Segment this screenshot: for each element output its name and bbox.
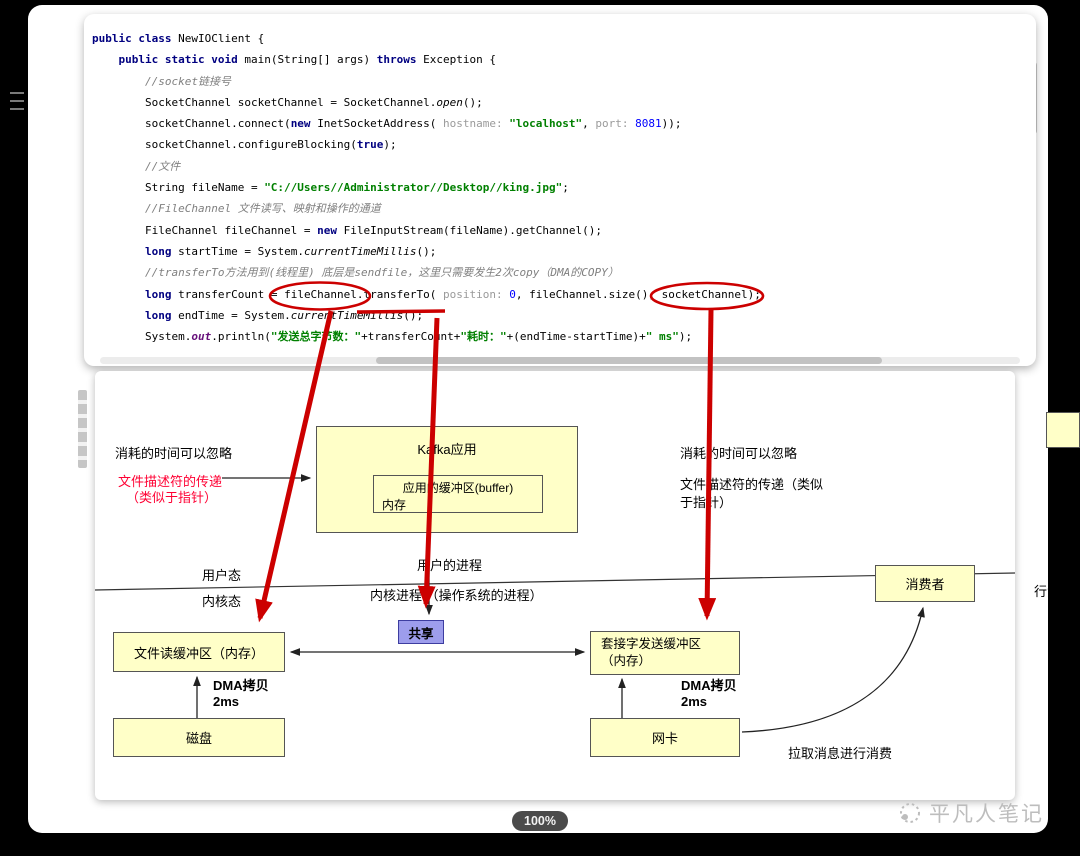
app-buffer-box: 应用的缓冲区(buffer) 内存	[373, 475, 543, 513]
clipped-yellow-box	[1046, 412, 1080, 448]
app-buffer-memory-label: 内存	[382, 498, 407, 512]
socket-send-buffer-box: 套接字发送缓冲区 （内存）	[590, 631, 740, 675]
code-line: public static void main(String[] args) t…	[118, 53, 497, 67]
pull-consume-label: 拉取消息进行消费	[788, 746, 893, 761]
dma-copy-right-label: DMA拷贝 2ms	[681, 678, 737, 709]
code-line: SocketChannel socketChannel = SocketChan…	[92, 95, 483, 109]
code-horizontal-scrollbar[interactable]	[100, 357, 1020, 364]
screenshot-stage: public class NewIOClient { public static…	[0, 0, 1080, 856]
code-line: //transferTo方法用到(线程里) 底层是sendfile，这里只需要发…	[144, 266, 619, 280]
right-time-ignore-label: 消耗的时间可以忽略	[680, 446, 798, 461]
code-line: String fileName = "C://Users//Administra…	[92, 181, 569, 195]
consumer-box: 消费者	[875, 565, 975, 602]
code-line: long transferCount = fileChannel.transfe…	[144, 287, 761, 301]
code-line: long startTime = System.currentTimeMilli…	[144, 244, 437, 258]
dma-copy-left-label: DMA拷贝 2ms	[213, 678, 269, 709]
watermark-logo-icon	[900, 803, 920, 823]
scrollbar-thumb[interactable]	[376, 357, 882, 364]
code-line: //FileChannel 文件读写、映射和操作的通道	[144, 202, 381, 216]
disk-box: 磁盘	[113, 718, 285, 757]
left-fd-pass-label: 文件描述符的传递 （类似于指针）	[118, 474, 223, 505]
network-card-box: 网卡	[590, 718, 740, 757]
watermark: 平凡人笔记	[897, 798, 1044, 828]
code-block: public class NewIOClient { public static…	[92, 28, 761, 347]
window-edge-artifact	[78, 390, 87, 468]
file-read-buffer-box: 文件读缓冲区（内存）	[113, 632, 285, 672]
socket-buffer-label-line1: 套接字发送缓冲区	[601, 637, 702, 651]
kafka-app-title: Kafka应用	[417, 442, 477, 457]
code-line: public class NewIOClient {	[92, 32, 265, 45]
code-line: long endTime = System.currentTimeMillis(…	[144, 308, 424, 322]
code-line: FileChannel fileChannel = new FileInputS…	[92, 223, 602, 237]
shared-memory-box: 共享	[398, 620, 444, 644]
code-line: socketChannel.connect(new InetSocketAddr…	[92, 117, 682, 131]
user-process-label: 用户的进程	[417, 558, 483, 573]
kernel-mode-label: 内核态	[202, 594, 242, 609]
code-line: System.out.println("发送总字节数："+transferCou…	[92, 330, 693, 344]
left-time-ignore-label: 消耗的时间可以忽略	[115, 446, 233, 461]
app-buffer-label: 应用的缓冲区(buffer)	[402, 481, 514, 495]
code-line: //文件	[144, 159, 181, 173]
left-bezel-marks	[10, 92, 26, 116]
right-fd-pass-label: 文件描述符的传递（类似 于指针）	[680, 477, 824, 510]
zoom-level-badge[interactable]: 100%	[512, 811, 568, 831]
socket-buffer-label-line2: （内存）	[601, 654, 652, 668]
clipped-right-text: 行消费	[1034, 584, 1074, 599]
kafka-app-box: Kafka应用 应用的缓冲区(buffer) 内存	[316, 426, 578, 533]
code-line: //socket链接号	[144, 74, 231, 88]
code-line: socketChannel.configureBlocking(true);	[92, 138, 397, 152]
user-mode-label: 用户态	[202, 568, 242, 583]
kernel-process-label: 内核进程 （操作系统的进程）	[370, 588, 543, 603]
watermark-text: 平凡人笔记	[929, 803, 1044, 826]
